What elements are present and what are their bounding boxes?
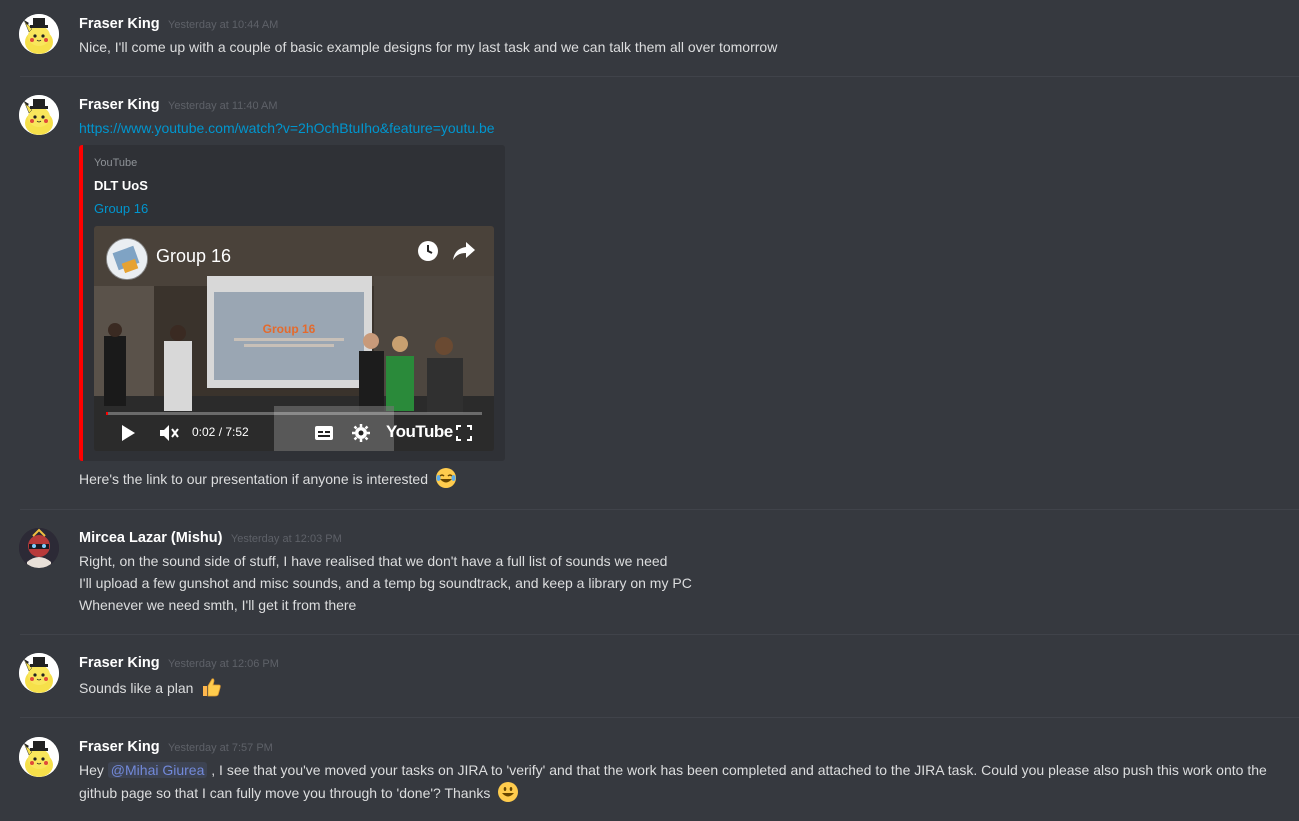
message-text-content: , I see that you've moved your tasks on … bbox=[207, 762, 1267, 778]
message-text: Nice, I'll come up with a couple of basi… bbox=[79, 39, 778, 55]
message-text: Hey @Mihai Giurea , I see that you've mo… bbox=[79, 759, 1267, 781]
mute-icon[interactable] bbox=[158, 423, 180, 448]
video-progress-bar[interactable] bbox=[106, 412, 482, 415]
embed-author[interactable]: Group 16 bbox=[94, 201, 148, 216]
message-header: Fraser King Yesterday at 7:57 PM bbox=[79, 737, 273, 757]
smiley-emoji-icon[interactable] bbox=[497, 781, 519, 809]
message-header: Fraser King Yesterday at 11:40 AM bbox=[79, 95, 278, 115]
message-text: Whenever we need smth, I'll get it from … bbox=[79, 597, 357, 613]
video-progress-fill bbox=[106, 412, 108, 415]
message-text-content: Hey bbox=[79, 762, 108, 778]
timestamp: Yesterday at 11:40 AM bbox=[168, 100, 278, 112]
avatar[interactable] bbox=[19, 653, 59, 693]
avatar[interactable] bbox=[19, 737, 59, 777]
divider bbox=[20, 634, 1299, 635]
divider bbox=[20, 76, 1299, 77]
joy-emoji-icon[interactable] bbox=[435, 467, 457, 495]
message-text: Sounds like a plan bbox=[79, 676, 222, 704]
username[interactable]: Fraser King bbox=[79, 16, 160, 32]
message-text: github page so that I can fully move you… bbox=[79, 781, 519, 809]
video-player[interactable]: Group 16 Group 16 0:02 / 7:52 YouTube bbox=[94, 226, 494, 451]
youtube-logo[interactable]: YouTube bbox=[386, 422, 453, 442]
svg-text:Group 16: Group 16 bbox=[263, 322, 316, 336]
message-text-content: Sounds like a plan bbox=[79, 680, 194, 696]
timestamp: Yesterday at 7:57 PM bbox=[168, 742, 273, 754]
embed-provider[interactable]: YouTube bbox=[94, 157, 137, 169]
youtube-embed: YouTube DLT UoS Group 16 Group 16 Group … bbox=[79, 145, 505, 461]
message-link-line: https://www.youtube.com/watch?v=2hOchBtu… bbox=[79, 117, 495, 139]
video-title[interactable]: Group 16 bbox=[156, 246, 231, 267]
share-icon[interactable] bbox=[452, 240, 476, 267]
divider bbox=[20, 509, 1299, 510]
avatar[interactable] bbox=[19, 528, 59, 568]
fullscreen-icon[interactable] bbox=[456, 425, 472, 446]
message-text: Right, on the sound side of stuff, I hav… bbox=[79, 553, 668, 569]
timestamp: Yesterday at 12:06 PM bbox=[168, 658, 279, 670]
video-time: 0:02 / 7:52 bbox=[192, 425, 249, 439]
username[interactable]: Fraser King bbox=[79, 655, 160, 671]
username[interactable]: Fraser King bbox=[79, 97, 160, 113]
timestamp: Yesterday at 10:44 AM bbox=[168, 19, 279, 31]
captions-icon[interactable] bbox=[314, 425, 334, 446]
username[interactable]: Fraser King bbox=[79, 739, 160, 755]
message-header: Fraser King Yesterday at 10:44 AM bbox=[79, 14, 278, 34]
message-header: Fraser King Yesterday at 12:06 PM bbox=[79, 653, 279, 673]
divider bbox=[20, 717, 1299, 718]
timestamp: Yesterday at 12:03 PM bbox=[230, 533, 342, 545]
channel-icon[interactable] bbox=[106, 238, 148, 280]
username[interactable]: Mircea Lazar (Mishu) bbox=[79, 530, 222, 546]
message-text-content: github page so that I can fully move you… bbox=[79, 785, 491, 801]
embed-title[interactable]: DLT UoS bbox=[94, 178, 148, 193]
avatar[interactable] bbox=[19, 95, 59, 135]
message-text-content: Here's the link to our presentation if a… bbox=[79, 471, 428, 487]
user-mention[interactable]: @Mihai Giurea bbox=[107, 762, 208, 778]
settings-gear-icon[interactable] bbox=[352, 424, 370, 447]
watch-later-icon[interactable] bbox=[417, 240, 439, 267]
message-text: I'll upload a few gunshot and misc sound… bbox=[79, 575, 692, 591]
youtube-link[interactable]: https://www.youtube.com/watch?v=2hOchBtu… bbox=[79, 120, 495, 136]
avatar[interactable] bbox=[19, 14, 59, 54]
play-icon[interactable] bbox=[120, 424, 136, 447]
message-text: Here's the link to our presentation if a… bbox=[79, 467, 457, 495]
message-header: Mircea Lazar (Mishu) Yesterday at 12:03 … bbox=[79, 528, 342, 548]
thumbsup-emoji-icon[interactable] bbox=[200, 676, 222, 704]
